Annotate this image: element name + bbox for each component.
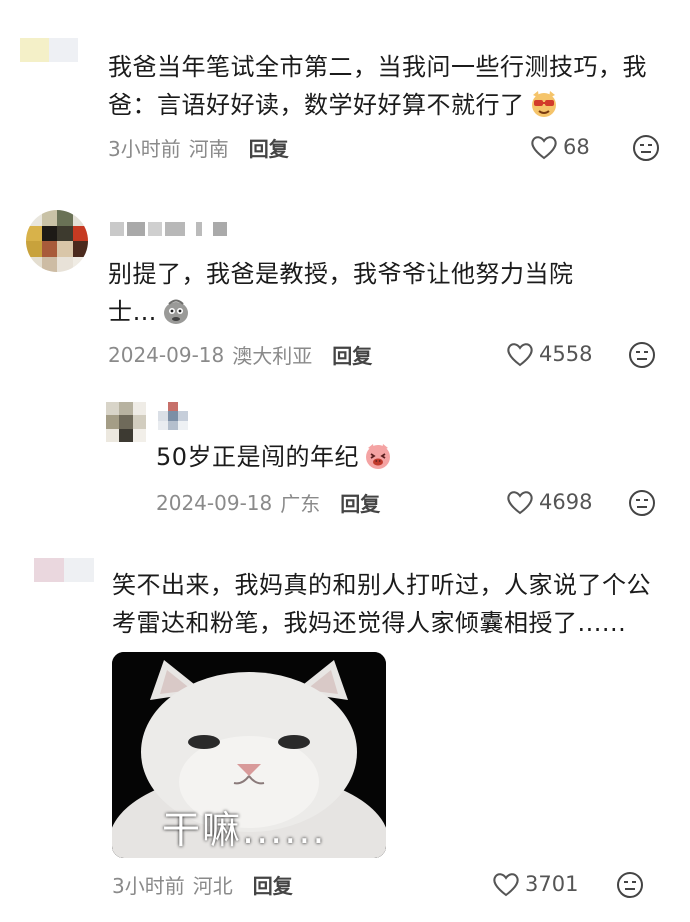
face-reaction-icon[interactable] bbox=[628, 489, 656, 517]
face-reaction-icon[interactable] bbox=[632, 134, 660, 162]
dog-glasses-emoji bbox=[531, 91, 556, 117]
comment-location: 河北 bbox=[192, 874, 233, 898]
sweat-face-emoji bbox=[164, 299, 188, 324]
comment-text-line: 爸：言语好好读，数学好好算不就行了 bbox=[108, 91, 525, 119]
comment-location: 澳大利亚 bbox=[232, 344, 313, 368]
reply-button[interactable]: 回复 bbox=[249, 133, 289, 162]
comment-time: 2024-09-18 bbox=[156, 490, 273, 515]
comment-text: 笑不出来，我妈真的和别人打听过，人家说了个公 考雷达和粉笔，我妈还觉得人家倾囊相… bbox=[112, 566, 672, 642]
comment-text-line: 我爸当年笔试全市第二，当我问一些行测技巧，我 bbox=[108, 53, 647, 81]
face-reaction-icon[interactable] bbox=[628, 341, 656, 369]
comment-meta: 2024-09-18 澳大利亚 回复 bbox=[108, 340, 372, 369]
comment-text-line: 别提了，我爸是教授，我爷爷让他努力当院 bbox=[108, 260, 574, 288]
comment-text-line: 考雷达和粉笔，我妈还觉得人家倾囊相授了...... bbox=[112, 609, 627, 637]
like-count: 4558 bbox=[539, 342, 593, 366]
like-button[interactable]: 68 bbox=[530, 134, 590, 160]
reply-button[interactable]: 回复 bbox=[253, 870, 293, 899]
heart-icon bbox=[507, 343, 533, 367]
like-button[interactable]: 3701 bbox=[492, 871, 578, 897]
avatar-blurred[interactable] bbox=[34, 558, 94, 582]
username-blurred[interactable] bbox=[158, 402, 188, 430]
comment-text-line: 50岁正是闯的年纪 bbox=[156, 443, 360, 471]
comment-location: 河南 bbox=[188, 137, 229, 161]
meme-image-white-cat[interactable]: 干嘛...... bbox=[112, 652, 386, 858]
comment-time: 3小时前 bbox=[108, 137, 181, 161]
comment-meta: 3小时前 河北 回复 bbox=[112, 870, 293, 899]
avatar-blurred[interactable] bbox=[106, 402, 146, 442]
reply-button[interactable]: 回复 bbox=[332, 340, 372, 369]
like-button[interactable]: 4558 bbox=[506, 341, 592, 367]
laughing-pig-emoji bbox=[366, 444, 391, 469]
comment-text-line: 笑不出来，我妈真的和别人打听过，人家说了个公 bbox=[112, 571, 651, 599]
like-button[interactable]: 4698 bbox=[506, 489, 592, 515]
avatar-blurred[interactable] bbox=[20, 38, 78, 62]
like-count: 4698 bbox=[539, 490, 593, 514]
comment-time: 3小时前 bbox=[112, 874, 185, 898]
like-count: 68 bbox=[563, 135, 590, 159]
heart-icon bbox=[531, 136, 557, 160]
comment-meta: 2024-09-18 广东 回复 bbox=[156, 488, 380, 517]
like-count: 3701 bbox=[525, 872, 579, 896]
face-reaction-icon[interactable] bbox=[616, 871, 644, 899]
username-blurred[interactable] bbox=[110, 222, 227, 236]
meme-caption: 干嘛...... bbox=[162, 808, 327, 852]
comment-text: 50岁正是闯的年纪 bbox=[156, 438, 656, 476]
heart-icon bbox=[507, 491, 533, 515]
comment-location: 广东 bbox=[280, 492, 321, 516]
reply-button[interactable]: 回复 bbox=[340, 488, 380, 517]
comment-text: 我爸当年笔试全市第二，当我问一些行测技巧，我 爸：言语好好读，数学好好算不就行了 bbox=[108, 48, 668, 124]
heart-icon bbox=[493, 873, 519, 897]
comment-meta: 3小时前 河南 回复 bbox=[108, 133, 289, 162]
comment-text: 别提了，我爸是教授，我爷爷让他努力当院 士… bbox=[108, 255, 668, 331]
comment-time: 2024-09-18 bbox=[108, 342, 225, 367]
avatar-blurred[interactable] bbox=[26, 210, 88, 272]
comment-text-line: 士… bbox=[108, 298, 157, 326]
